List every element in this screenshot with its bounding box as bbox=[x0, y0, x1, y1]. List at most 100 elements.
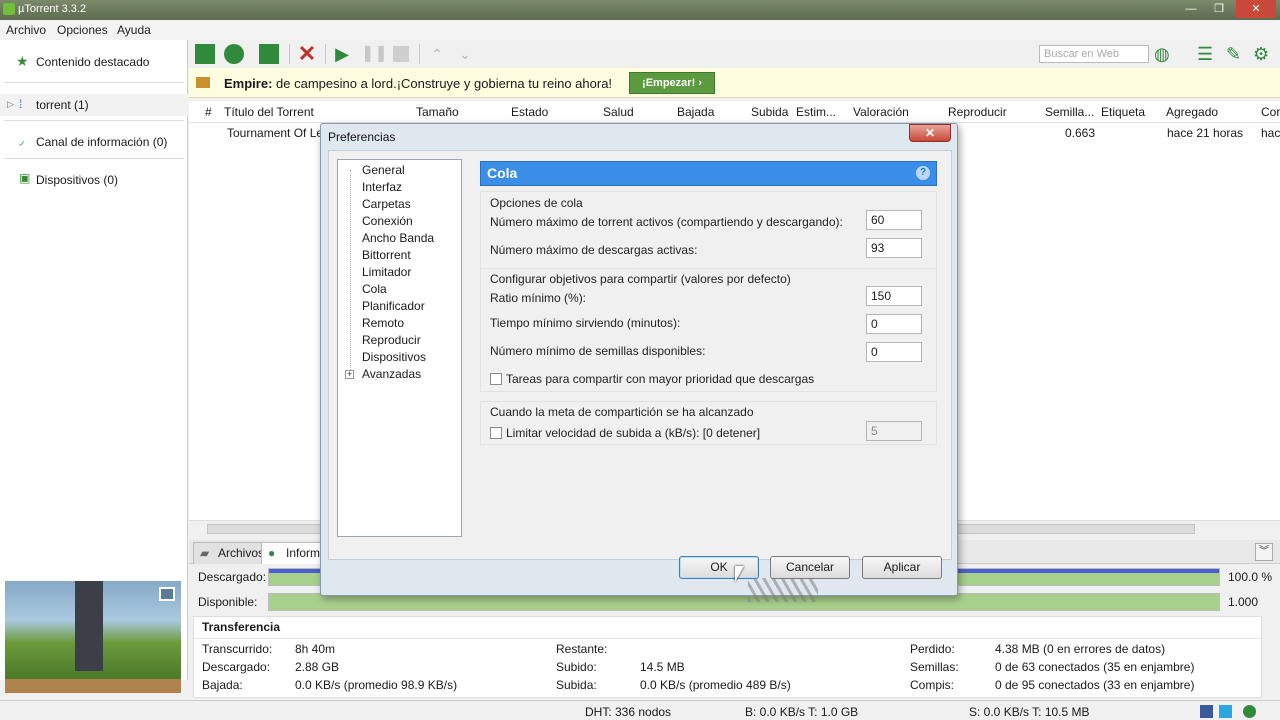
maximize-button[interactable]: ❐ bbox=[1206, 0, 1232, 18]
remove-icon[interactable]: ✕ bbox=[297, 43, 317, 65]
add-torrent-icon[interactable] bbox=[195, 44, 215, 64]
sidebar-item-torrents[interactable]: ▷ ⁞ torrent (1) bbox=[0, 94, 188, 116]
max-downloads-input[interactable]: 93 bbox=[866, 238, 922, 258]
globe-icon[interactable]: ◍ bbox=[1154, 44, 1174, 64]
tree-item-cola[interactable]: Cola bbox=[362, 282, 387, 296]
col-header-up[interactable]: Subida bbox=[751, 105, 788, 119]
start-icon[interactable]: ▶ bbox=[332, 44, 352, 64]
cancel-button[interactable]: Cancelar bbox=[770, 556, 850, 579]
tree-item-interfaz[interactable]: Interfaz bbox=[362, 180, 402, 194]
col-header-down[interactable]: Bajada bbox=[677, 105, 714, 119]
tree-item-dispositivos[interactable]: Dispositivos bbox=[362, 350, 426, 364]
divider bbox=[419, 44, 420, 64]
col-header-label[interactable]: Etiqueta bbox=[1101, 105, 1145, 119]
preferences-dialog: Preferencias ✕ General Interfaz Carpetas… bbox=[320, 123, 958, 596]
col-header-play[interactable]: Reproducir bbox=[948, 105, 1007, 119]
stop-icon[interactable] bbox=[393, 46, 409, 62]
sidebar-item-featured[interactable]: ★ Contenido destacado bbox=[0, 51, 188, 73]
menu-archivo[interactable]: Archivo bbox=[6, 23, 46, 37]
start-game-button[interactable]: ¡Empezar! › bbox=[629, 72, 715, 94]
window-title: µTorrent 3.3.2 bbox=[18, 3, 87, 15]
transfer-key: Subida: bbox=[556, 678, 597, 692]
col-header-size[interactable]: Tamaño bbox=[416, 105, 459, 119]
move-down-icon[interactable]: ⌄ bbox=[455, 44, 475, 64]
tree-item-remoto[interactable]: Remoto bbox=[362, 316, 404, 330]
limit-upload-checkbox[interactable] bbox=[490, 427, 502, 439]
facebook-icon[interactable] bbox=[1200, 705, 1213, 718]
dialog-body: General Interfaz Carpetas Conexión Ancho… bbox=[328, 150, 952, 560]
panel-header: Cola ? bbox=[480, 161, 937, 186]
transfer-value: 8h 40m bbox=[295, 642, 336, 656]
list-view-icon[interactable]: ☰ bbox=[1197, 44, 1217, 64]
min-ratio-input[interactable]: 150 bbox=[866, 286, 922, 306]
apply-button[interactable]: Aplicar bbox=[862, 556, 942, 579]
progress-label: Descargado: bbox=[198, 570, 267, 584]
help-icon[interactable]: ? bbox=[916, 166, 930, 180]
ad-text: Empire: de campesino a lord.¡Construye y… bbox=[224, 76, 612, 91]
move-up-icon[interactable]: ⌃ bbox=[427, 44, 447, 64]
torrent-list-icon: ⁞ bbox=[19, 97, 23, 111]
pause-icon[interactable]: ❚❚ bbox=[361, 44, 388, 64]
vertical-scrollbar[interactable] bbox=[1262, 616, 1278, 698]
col-header-eta[interactable]: Estim... bbox=[796, 105, 836, 119]
minimize-button[interactable]: — bbox=[1178, 0, 1204, 18]
col-header-seeds[interactable]: Semilla... bbox=[1045, 105, 1094, 119]
ad-banner[interactable]: Empire: de campesino a lord.¡Construye y… bbox=[189, 68, 1280, 98]
col-header-health[interactable]: Salud bbox=[603, 105, 634, 119]
transfer-key: Transcurrido: bbox=[202, 642, 273, 656]
panel-title: Cola bbox=[487, 165, 518, 181]
tree-item-ancho-banda[interactable]: Ancho Banda bbox=[362, 231, 434, 245]
ad-thumbnail-image[interactable] bbox=[5, 581, 181, 693]
sidebar-item-devices[interactable]: ▣ Dispositivos (0) bbox=[0, 169, 188, 191]
col-header-rating[interactable]: Valoración bbox=[853, 105, 909, 119]
fullscreen-icon[interactable] bbox=[159, 587, 175, 601]
create-torrent-icon[interactable] bbox=[259, 44, 279, 64]
col-header-title[interactable]: Título del Torrent bbox=[224, 105, 314, 119]
col-header-added[interactable]: Agregado bbox=[1166, 105, 1218, 119]
tree-item-general[interactable]: General bbox=[362, 163, 405, 177]
search-input[interactable]: Buscar en Web bbox=[1039, 45, 1149, 63]
limit-upload-input[interactable]: 5 bbox=[866, 421, 922, 441]
tree-item-carpetas[interactable]: Carpetas bbox=[362, 197, 411, 211]
tab-files[interactable]: ▰ Archivos bbox=[193, 542, 272, 564]
close-button[interactable]: ✕ bbox=[1236, 0, 1276, 18]
min-seed-time-input[interactable]: 0 bbox=[866, 314, 922, 334]
sidebar-item-feeds[interactable]: ◞ Canal de información (0) bbox=[0, 131, 188, 153]
tree-item-avanzadas[interactable]: Avanzadas bbox=[362, 367, 421, 381]
torrent-cor: hac bbox=[1261, 126, 1280, 140]
menu-ayuda[interactable]: Ayuda bbox=[117, 23, 151, 37]
remote-icon[interactable]: ✎ bbox=[1226, 44, 1246, 64]
tree-item-limitador[interactable]: Limitador bbox=[362, 265, 411, 279]
menu-opciones[interactable]: Opciones bbox=[57, 23, 108, 37]
ok-button[interactable]: OK bbox=[679, 556, 759, 579]
star-icon: ★ bbox=[16, 53, 29, 69]
divider bbox=[4, 120, 184, 121]
utorrent-status-icon[interactable] bbox=[1243, 705, 1256, 718]
col-header-status[interactable]: Estado bbox=[511, 105, 548, 119]
info-icon: ● bbox=[268, 546, 276, 560]
tree-item-bittorrent[interactable]: Bittorrent bbox=[362, 248, 411, 262]
min-seeds-input[interactable]: 0 bbox=[866, 342, 922, 362]
col-header-number[interactable]: # bbox=[205, 105, 212, 119]
preferences-tree: General Interfaz Carpetas Conexión Ancho… bbox=[337, 159, 462, 537]
transfer-panel: Transferencia Transcurrido: 8h 40m Desca… bbox=[193, 616, 1262, 698]
max-active-input[interactable]: 60 bbox=[866, 210, 922, 230]
twitter-icon[interactable] bbox=[1219, 705, 1232, 718]
toolbar: ✕ ▶ ❚❚ ⌃ ⌄ Buscar en Web ◍ ☰ ✎ ⚙ bbox=[189, 40, 1280, 68]
seeding-priority-checkbox[interactable] bbox=[490, 373, 502, 385]
min-ratio-label: Ratio mínimo (%): bbox=[490, 291, 587, 305]
tree-item-reproducir[interactable]: Reproducir bbox=[362, 333, 421, 347]
tree-item-conexion[interactable]: Conexión bbox=[362, 214, 413, 228]
dialog-close-button[interactable]: ✕ bbox=[909, 124, 951, 142]
transfer-key: Subido: bbox=[556, 660, 597, 674]
expand-plus-icon[interactable]: + bbox=[345, 370, 354, 379]
transfer-key: Bajada: bbox=[202, 678, 243, 692]
add-url-icon[interactable] bbox=[224, 44, 244, 64]
collapse-icon[interactable]: ︾ bbox=[1255, 543, 1273, 561]
status-dht: DHT: 336 nodos bbox=[585, 705, 672, 719]
tab-label: Archivos bbox=[218, 546, 265, 560]
transfer-value: 0 de 63 conectados (35 en enjambre) bbox=[995, 660, 1195, 674]
col-header-cor[interactable]: Cor bbox=[1261, 105, 1280, 119]
tree-item-planificador[interactable]: Planificador bbox=[362, 299, 425, 313]
settings-gear-icon[interactable]: ⚙ bbox=[1253, 44, 1273, 64]
